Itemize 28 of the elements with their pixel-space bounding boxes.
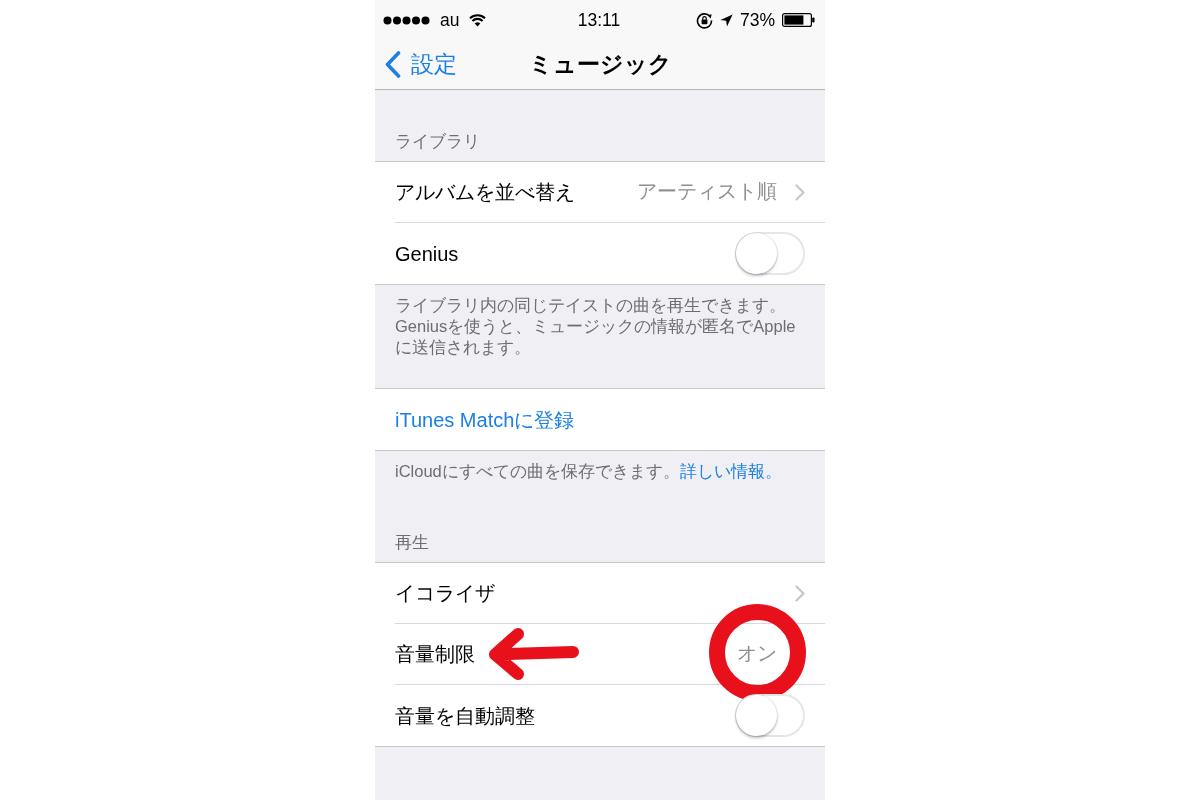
carrier-name: au (440, 8, 460, 32)
section-header: 再生 (394, 532, 430, 553)
action-link[interactable]: iTunes Matchに登録 (395, 404, 575, 435)
row-label: アルバムを並べ替え (395, 180, 575, 205)
signal-strength-icon (383, 15, 430, 25)
chevron-right-icon (795, 183, 805, 201)
row-label: 音量制限 (395, 642, 475, 667)
location-arrow-icon (719, 13, 733, 27)
toggle-switch[interactable] (735, 694, 805, 737)
rotation-lock-icon (695, 11, 713, 29)
wifi-icon (469, 13, 487, 27)
battery-percentage: 73% (739, 8, 775, 32)
clock-time: 13:11 (577, 8, 621, 32)
chevron-left-icon (385, 51, 401, 78)
row-label: 音量を自動調整 (395, 703, 535, 729)
footer-text: ライブラリ内の同じテイストの曲を再生できます。 Geniusを使うと、ミュージックの情報が匿名でApple に送信されます。 (394, 295, 797, 358)
toggle-switch[interactable] (735, 232, 805, 275)
battery-icon (782, 13, 815, 27)
learn-more-link[interactable]: 詳しい情報。 (679, 462, 782, 480)
section-header: ライブラリ (394, 131, 481, 152)
chevron-right-icon (795, 584, 805, 602)
footer-text: iCloudにすべての曲を保存できます。詳しい情報。 (394, 461, 783, 482)
back-button[interactable]: 設定 (385, 51, 457, 78)
row-label: Genius (395, 241, 459, 267)
page-title: ミュージック (528, 50, 672, 80)
row-value: アーティスト順 (637, 179, 777, 205)
row-label: イコライザ (395, 581, 495, 606)
row-value: オン (737, 641, 777, 667)
